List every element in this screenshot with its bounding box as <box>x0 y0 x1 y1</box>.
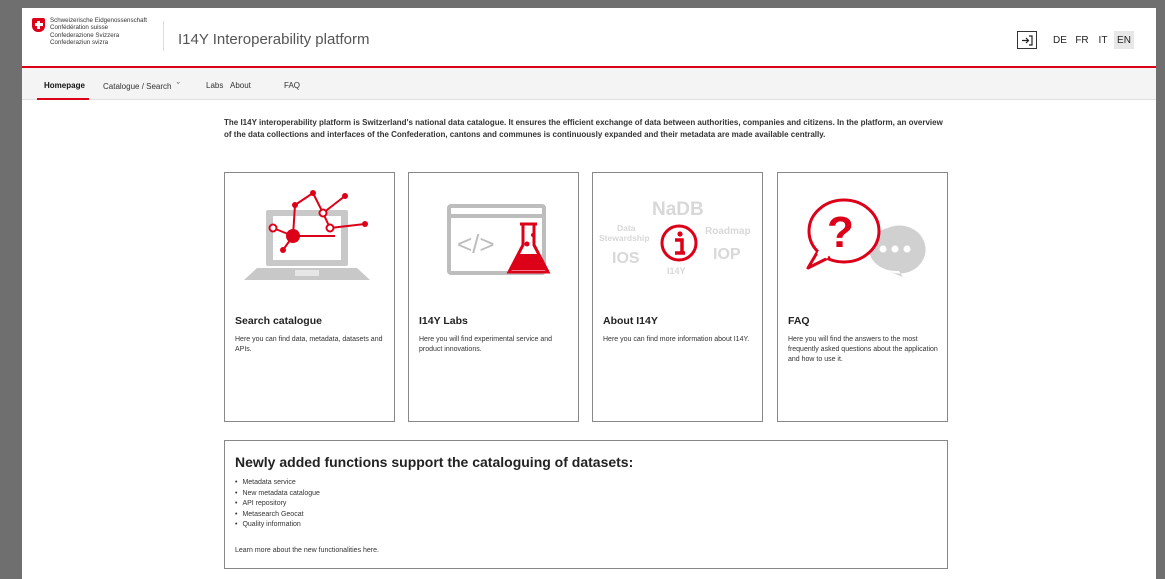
card-title: About I14Y <box>603 315 658 327</box>
nav-catalogue-search[interactable]: Catalogue / Search ˇ <box>103 81 180 91</box>
cloud-word-roadmap: Roadmap <box>705 226 751 237</box>
cloud-word-stewardship: Stewardship <box>599 233 650 243</box>
browser-page: Schweizerische Eidgenossenschaft Confédé… <box>22 8 1156 579</box>
app-title[interactable]: I14Y Interoperability platform <box>178 31 370 48</box>
cloud-word-ios: IOS <box>612 250 640 267</box>
card-i14y-labs[interactable]: </> I14Y Labs Here you will find experim… <box>408 172 579 422</box>
info-wordcloud-icon: NaDB Data Stewardship Roadmap IOS IOP I1… <box>599 199 751 276</box>
intro-text: The I14Y interoperability platform is Sw… <box>224 118 943 139</box>
news-title: Newly added functions support the catalo… <box>235 454 634 470</box>
chevron-down-icon: ˇ <box>176 81 180 91</box>
learn-more-link[interactable]: Learn more about the new functionalities… <box>235 547 379 554</box>
card-search-catalogue[interactable]: Search catalogue Here you can find data,… <box>224 172 395 422</box>
svg-text:</>: </> <box>457 229 495 259</box>
nav-about[interactable]: About <box>230 81 251 90</box>
nav-homepage[interactable]: Homepage <box>44 81 85 90</box>
list-item: New metadata catalogue <box>235 489 319 500</box>
list-item: Metadata service <box>235 478 320 489</box>
lang-en[interactable]: EN <box>1114 31 1134 49</box>
card-description: Here you can find more information about… <box>603 336 750 343</box>
list-item: API repository <box>235 499 320 510</box>
list-item: Quality information <box>235 520 320 531</box>
news-list: Metadata service New metadata catalogue … <box>235 478 320 531</box>
confed-line-de: Schweizerische Eidgenossenschaft <box>50 17 147 24</box>
cloud-word-nadb: NaDB <box>652 199 704 220</box>
nav-faq[interactable]: FAQ <box>284 81 300 90</box>
card-description: Here you will find experimental service … <box>419 336 553 353</box>
question-bubble-icon: ? <box>806 198 926 277</box>
header-divider <box>163 21 164 51</box>
confed-line-rm: Confederaziun svizra <box>50 38 109 46</box>
svg-text:?: ? <box>827 208 854 257</box>
card-description: Here you will find the answers to the mo… <box>788 336 938 363</box>
cloud-word-iop: IOP <box>713 246 741 263</box>
card-faq[interactable]: ? FAQ Here you will find the answers to … <box>777 172 948 422</box>
nav-catalogue-label: Catalogue / Search <box>103 82 172 91</box>
lang-de[interactable]: DE <box>1051 31 1069 49</box>
confederation-name: Schweizerische Eidgenossenschaft Confédé… <box>50 17 147 46</box>
card-about-i14y[interactable]: NaDB Data Stewardship Roadmap IOS IOP I1… <box>592 172 763 422</box>
login-button[interactable] <box>1017 31 1037 49</box>
confed-line-fr: Confédération suisse <box>50 24 109 32</box>
card-description: Here you can find data, metadata, datase… <box>235 336 383 353</box>
nav-labs[interactable]: Labs <box>206 81 223 90</box>
card-title: FAQ <box>788 315 810 327</box>
confed-line-it: Confederazione Svizzera <box>50 31 120 39</box>
login-icon <box>1022 34 1033 46</box>
lang-it[interactable]: IT <box>1095 31 1111 49</box>
swiss-flag-icon <box>32 18 45 32</box>
code-flask-icon: </> <box>447 204 551 275</box>
laptop-network-icon <box>244 190 370 280</box>
cloud-word-i14y: I14Y <box>667 266 686 276</box>
news-box: Newly added functions support the catalo… <box>224 440 948 569</box>
lang-fr[interactable]: FR <box>1073 31 1091 49</box>
cloud-word-data: Data <box>617 223 636 233</box>
card-title: Search catalogue <box>235 315 322 327</box>
list-item: Metasearch Geocat <box>235 510 320 521</box>
nav-active-indicator <box>37 98 89 100</box>
confederation-logo[interactable]: Schweizerische Eidgenossenschaft Confédé… <box>32 17 147 46</box>
site-header: Schweizerische Eidgenossenschaft Confédé… <box>22 8 1156 66</box>
card-title: I14Y Labs <box>419 315 468 327</box>
main-navigation: Homepage Catalogue / Search ˇ Labs About… <box>22 68 1156 100</box>
